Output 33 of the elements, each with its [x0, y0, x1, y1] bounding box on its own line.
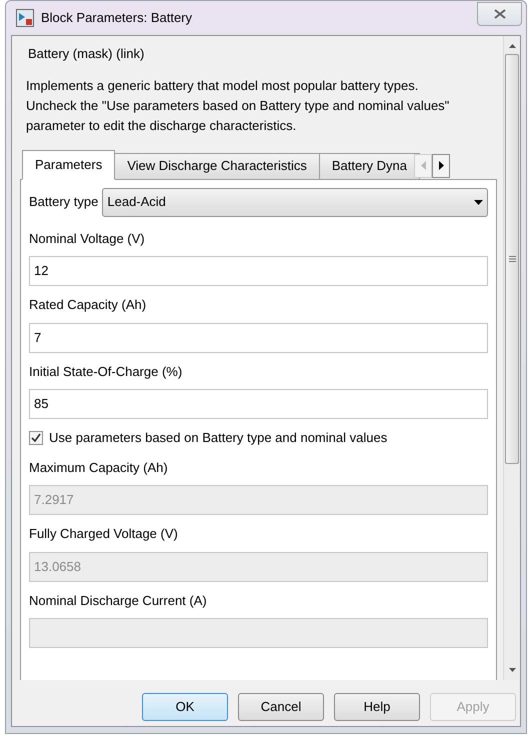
dropdown-arrow-icon [474, 200, 483, 204]
field-label: Initial State-Of-Charge (%) [29, 362, 184, 381]
input-field[interactable]: 7 [29, 322, 488, 352]
tab[interactable]: Battery Dyna [318, 152, 420, 180]
field-label: Fully Charged Voltage (V) [29, 525, 179, 543]
close-icon [494, 9, 506, 19]
tab-scroll-right-button[interactable] [432, 154, 450, 178]
scrollbar[interactable] [503, 36, 520, 680]
battery-type-dropdown[interactable]: Lead-Acid [102, 188, 488, 216]
scrollbar-thumb[interactable] [505, 54, 519, 464]
field-label: Battery type [29, 193, 98, 212]
left-arrow-icon [420, 161, 426, 170]
right-arrow-icon [438, 161, 444, 170]
scroll-up-icon [508, 44, 516, 48]
dialog-button[interactable]: Help [334, 693, 420, 721]
checkbox[interactable] [29, 430, 43, 445]
tab[interactable]: Parameters [22, 150, 116, 180]
field-label: Nominal Discharge Current (A) [29, 592, 208, 610]
field-label: Rated Capacity (Ah) [29, 296, 148, 314]
input-field[interactable]: 85 [29, 389, 488, 419]
close-button[interactable] [477, 2, 522, 26]
window-title: Block Parameters: Battery [41, 9, 192, 28]
dialog-button[interactable]: OK [142, 693, 228, 721]
description-text: Implements a generic battery that model most popular battery types. Uncheck the "Use parameters based on Battery type and nominal values" parameter to edit the discharge characteristics. [25, 76, 450, 135]
grip-icon [508, 256, 516, 262]
mask-header: Battery (mask) (link) [27, 45, 146, 63]
input-field[interactable]: 12 [29, 256, 488, 286]
dialog-button[interactable]: Cancel [238, 693, 324, 721]
scroll-down-icon [508, 668, 516, 672]
checkbox-label: Use parameters based on Battery type and nominal values [49, 429, 388, 447]
tab[interactable]: View Discharge Characteristics [114, 152, 320, 180]
field-label: Maximum Capacity (Ah) [29, 458, 169, 477]
field-label: Nominal Voltage (V) [29, 230, 146, 248]
